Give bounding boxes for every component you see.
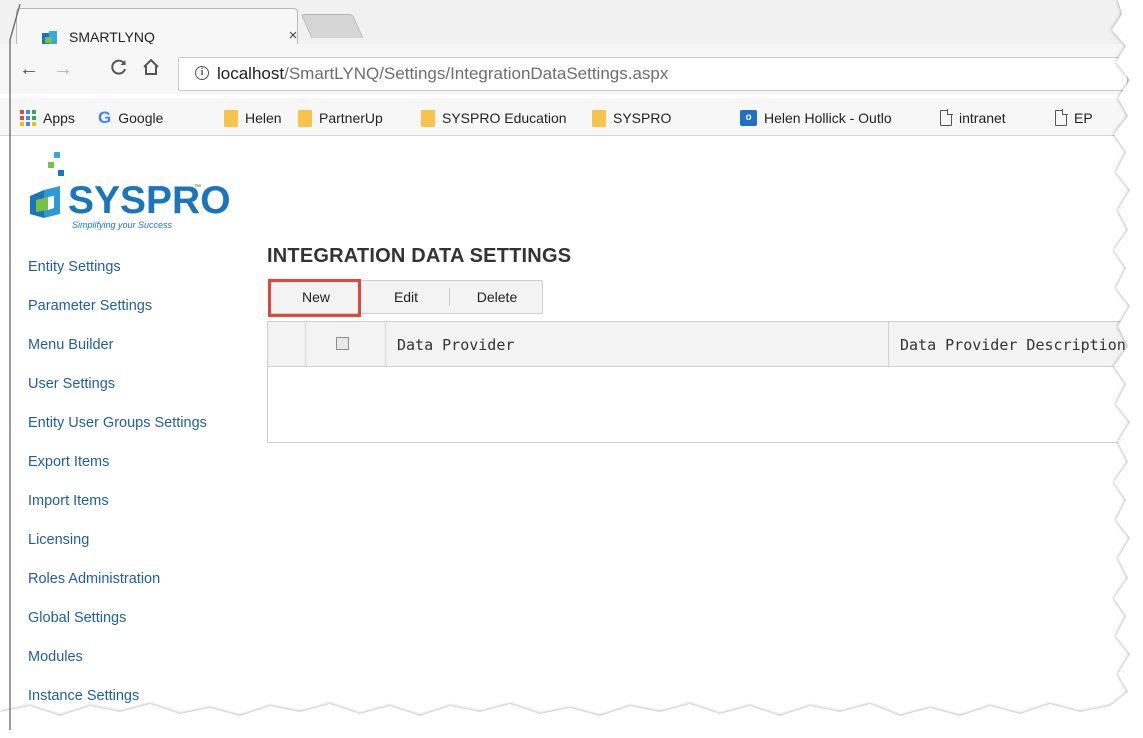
syspro-logo-mark-icon (30, 186, 60, 218)
back-arrow-icon[interactable]: ← (18, 58, 40, 80)
sidebar-item-instance-settings[interactable]: Instance Settings (28, 681, 258, 720)
bookmark-partnerup[interactable]: PartnerUp (298, 108, 383, 128)
data-provider-grid: Data Provider Data Provider Description (267, 321, 1143, 443)
sidebar-item-entity-settings[interactable]: Entity Settings (28, 252, 258, 291)
sidebar-item-modules[interactable]: Modules (28, 642, 258, 681)
bookmark-label: intranet (959, 110, 1006, 126)
bookmark-label: SYSPRO (613, 110, 672, 126)
sidebar-item-menu-builder[interactable]: Menu Builder (28, 330, 258, 369)
bookmark-label: EP (1074, 110, 1093, 126)
delete-button[interactable]: Delete (451, 281, 543, 313)
reload-icon[interactable] (108, 58, 130, 82)
new-button-highlight (268, 279, 361, 317)
logo-wordmark: SYSPRO (68, 179, 231, 222)
bookmark-label: Apps (43, 110, 75, 126)
home-glyph (143, 58, 159, 75)
page-icon (940, 109, 953, 126)
bookmark-label: Helen Hollick - Outlo (764, 110, 892, 126)
sidebar-item-import-items[interactable]: Import Items (28, 486, 258, 525)
bookmark-syspro[interactable]: SYSPRO (592, 108, 671, 128)
folder-icon (224, 109, 238, 127)
column-header-data-provider[interactable]: Data Provider (386, 322, 889, 367)
tab-close-icon[interactable]: × (285, 27, 301, 44)
browser-tab-active[interactable]: SMARTLYNQ × (16, 8, 301, 45)
grid-select-column (306, 322, 386, 367)
bookmark-label: Helen (245, 110, 282, 126)
logo-trademark: ™ (194, 184, 201, 191)
address-host: localhost (217, 64, 285, 83)
bookmark-helen[interactable]: Helen (224, 108, 282, 128)
folder-icon (421, 109, 435, 127)
column-label: Data Provider (397, 336, 515, 354)
sidebar-item-roles-administration[interactable]: Roles Administration (28, 564, 258, 603)
bookmark-google[interactable]: G Google (98, 108, 163, 128)
address-path: /SmartLYNQ/Settings/IntegrationDataSetti… (284, 64, 669, 83)
toolbar-divider (449, 288, 450, 306)
logo-tagline: Simplifying your Success (72, 220, 173, 230)
sidebar-item-user-settings[interactable]: User Settings (28, 369, 258, 408)
home-icon[interactable] (140, 58, 162, 81)
browser-tabstrip: SMARTLYNQ × (0, 0, 1143, 45)
folder-icon (592, 109, 606, 127)
sidebar-item-global-settings[interactable]: Global Settings (28, 603, 258, 642)
tab-title: SMARTLYNQ (69, 29, 155, 45)
sidebar-item-licensing[interactable]: Licensing (28, 525, 258, 564)
info-icon[interactable]: i (195, 66, 209, 80)
bookmarks-bar: Apps G Google Helen PartnerUp SYSPRO Edu… (0, 98, 1143, 136)
outlook-icon: o (740, 110, 757, 126)
address-url: localhost/SmartLYNQ/Settings/Integration… (217, 64, 668, 84)
bookmark-label: Google (118, 110, 164, 126)
edit-button[interactable]: Edit (363, 281, 449, 313)
bookmark-ep[interactable]: EP (1055, 108, 1093, 128)
address-bar[interactable]: i localhost/SmartLYNQ/Settings/Integrati… (178, 57, 1128, 91)
syspro-logo[interactable]: SYSPRO ™ Simplifying your Success (28, 150, 231, 232)
sidebar-item-parameter-settings[interactable]: Parameter Settings (28, 291, 258, 330)
column-label: Data Provider Description (900, 336, 1126, 354)
apps-grid-icon (20, 110, 36, 126)
reload-glyph (111, 59, 126, 75)
google-icon: G (98, 108, 112, 127)
select-all-checkbox[interactable] (336, 337, 349, 350)
bookmark-syspro-education[interactable]: SYSPRO Education (421, 108, 567, 128)
sidebar-nav: Entity Settings Parameter Settings Menu … (28, 252, 258, 720)
page-icon (1055, 109, 1068, 126)
bookmark-intranet[interactable]: intranet (940, 108, 1006, 128)
bookmark-label: SYSPRO Education (442, 110, 567, 126)
bookmark-outlook[interactable]: o Helen Hollick - Outlo (740, 108, 892, 128)
sidebar-item-export-items[interactable]: Export Items (28, 447, 258, 486)
column-header-data-provider-description[interactable]: Data Provider Description (889, 322, 1143, 367)
bookmark-label: PartnerUp (319, 110, 383, 126)
grid-header-row: Data Provider Data Provider Description (268, 322, 1143, 367)
forward-arrow-icon[interactable]: → (52, 58, 74, 80)
sidebar-item-entity-user-groups-settings[interactable]: Entity User Groups Settings (28, 408, 258, 447)
bookmark-apps[interactable]: Apps (20, 108, 75, 128)
new-tab-button[interactable] (300, 14, 364, 38)
grid-indicator-column (268, 322, 306, 367)
folder-icon (298, 109, 312, 127)
page-title: INTEGRATION DATA SETTINGS (267, 245, 572, 267)
